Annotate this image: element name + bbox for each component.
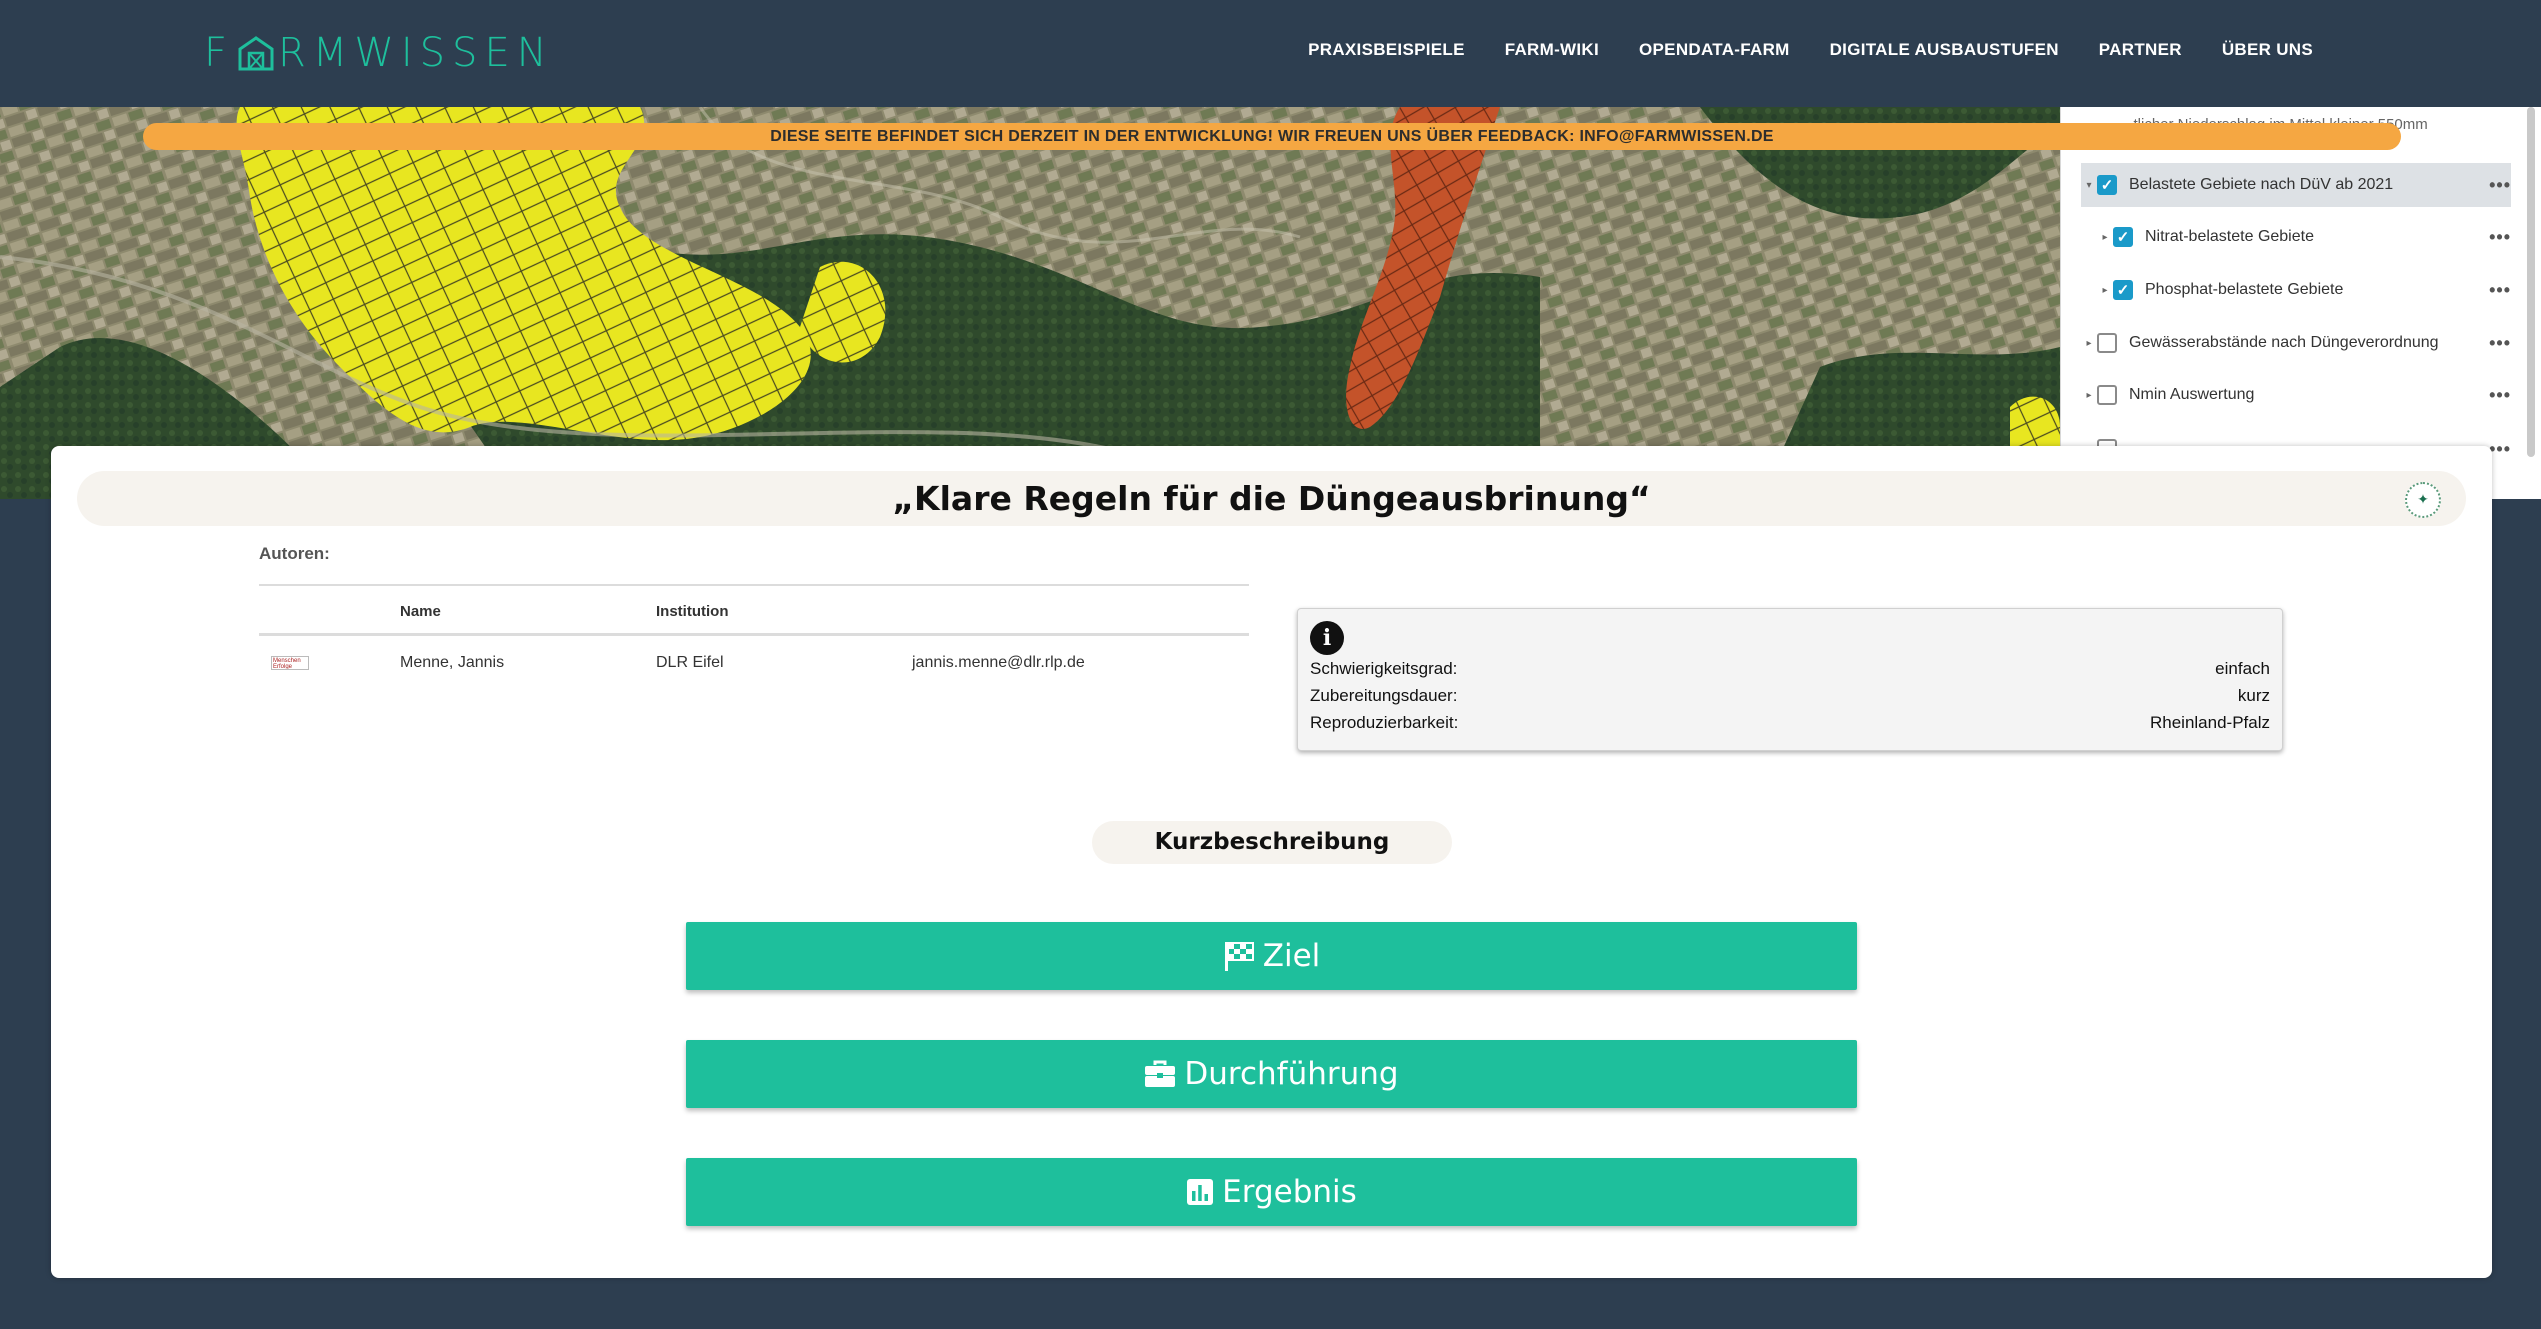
info-value: Rheinland-Pfalz [2149, 713, 2270, 732]
layer-item-gewaesserabstaende[interactable]: ▸ Gewässerabstände nach Düngeverordnung … [2081, 321, 2511, 365]
info-icon: i [1310, 621, 1344, 655]
top-navigation: F RMWISSEN PRAXISBEISPIELE FARM-WIKI OPE… [0, 0, 2541, 107]
layer-item-phosphat[interactable]: ▸ ✓ Phosphat-belastete Gebiete ••• [2081, 268, 2511, 312]
info-value: einfach [2215, 659, 2270, 678]
author-email-link[interactable]: jannis.menne@dlr.rlp.de [912, 654, 1085, 672]
authors-table-header: Name Institution [259, 586, 1249, 636]
content-card: „Klare Regeln für die Düngeausbrinung“ ✦… [51, 446, 2492, 1278]
more-options-icon[interactable]: ••• [2489, 439, 2511, 460]
nav-link-digitale-ausbaustufen[interactable]: DIGITALE AUSBAUSTUFEN [1830, 40, 2059, 60]
checkered-flag-icon [1224, 942, 1254, 971]
nav-link-farm-wiki[interactable]: FARM-WIKI [1505, 40, 1599, 60]
layer-label: Nitrat-belastete Gebiete [2145, 228, 2314, 245]
author-name: Menne, Jannis [400, 654, 505, 671]
page-title: „Klare Regeln für die Düngeausbrinung“ [892, 479, 1651, 518]
development-banner: DIESE SEITE BEFINDET SICH DERZEIT IN DER… [143, 123, 2401, 150]
short-description-heading: Kurzbeschreibung [1092, 821, 1452, 864]
column-header-institution: Institution [656, 603, 729, 620]
ergebnis-button[interactable]: Ergebnis [686, 1158, 1857, 1226]
expand-caret-icon[interactable]: ▸ [2081, 390, 2097, 401]
collapse-caret-icon[interactable]: ▾ [2081, 180, 2097, 191]
more-options-icon[interactable]: ••• [2489, 385, 2511, 406]
layer-checkbox[interactable]: ✓ [2113, 280, 2133, 300]
nav-links: PRAXISBEISPIELE FARM-WIKI OPENDATA-FARM … [1308, 40, 2313, 60]
layer-label: Belastete Gebiete nach DüV ab 2021 [2129, 176, 2394, 193]
layer-panel-scrollbar[interactable] [2527, 107, 2535, 457]
durchfuehrung-button[interactable]: Durchführung [686, 1040, 1857, 1108]
barn-icon [238, 36, 274, 71]
bar-chart-icon [1187, 1179, 1214, 1205]
info-row-zubereitungsdauer: Zubereitungsdauer: kurz [1310, 686, 2270, 712]
info-key: Reproduzierbarkeit: [1310, 713, 1459, 732]
more-options-icon[interactable]: ••• [2489, 175, 2511, 196]
column-header-name: Name [400, 603, 441, 620]
farmwissen-logo[interactable]: F RMWISSEN [204, 30, 554, 76]
layer-label: Phosphat-belastete Gebiete [2145, 281, 2344, 298]
authors-table: Name Institution Menschen Erfolge Menne,… [259, 584, 1249, 696]
map-canvas [0, 107, 2060, 499]
logo-letters: RMWISSEN [278, 30, 554, 76]
layer-label: Gewässerabstände nach Düngeverordnung [2129, 334, 2439, 351]
author-institution: DLR Eifel [656, 654, 724, 671]
table-row: Menschen Erfolge Menne, Jannis DLR Eifel… [259, 636, 1249, 696]
layer-checkbox[interactable]: ✓ [2113, 227, 2133, 247]
ergebnis-label: Ergebnis [1222, 1174, 1357, 1210]
info-value: kurz [2237, 686, 2270, 705]
satellite-map[interactable] [0, 107, 2060, 499]
layer-panel: ...tlicher Niederschlag im Mittel kleine… [2060, 107, 2541, 499]
nav-link-opendata-farm[interactable]: OPENDATA-FARM [1639, 40, 1790, 60]
layer-checkbox[interactable]: ✓ [2097, 175, 2117, 195]
institution-logo: Menschen Erfolge [271, 656, 309, 670]
ziel-label: Ziel [1262, 938, 1321, 974]
expand-caret-icon[interactable]: ▸ [2081, 338, 2097, 349]
expand-caret-icon[interactable]: ▸ [2097, 285, 2113, 296]
durchfuehrung-label: Durchführung [1184, 1056, 1399, 1092]
layer-checkbox[interactable] [2097, 385, 2117, 405]
info-key: Zubereitungsdauer: [1310, 686, 1458, 705]
info-row-schwierigkeitsgrad: Schwierigkeitsgrad: einfach [1310, 659, 2270, 685]
ziel-button[interactable]: Ziel [686, 922, 1857, 990]
layer-item-nmin[interactable]: ▸ Nmin Auswertung ••• [2081, 373, 2511, 417]
expand-caret-icon[interactable]: ▸ [2097, 232, 2113, 243]
nav-link-praxisbeispiele[interactable]: PRAXISBEISPIELE [1308, 40, 1465, 60]
layer-label: Nmin Auswertung [2129, 386, 2255, 403]
layer-item-belastete-gebiete[interactable]: ▾ ✓ Belastete Gebiete nach DüV ab 2021 •… [2081, 163, 2511, 207]
page-title-bar: „Klare Regeln für die Düngeausbrinung“ ✦ [77, 471, 2466, 526]
more-options-icon[interactable]: ••• [2489, 333, 2511, 354]
layer-item-nitrat[interactable]: ▸ ✓ Nitrat-belastete Gebiete ••• [2081, 215, 2511, 259]
info-key: Schwierigkeitsgrad: [1310, 659, 1458, 678]
more-options-icon[interactable]: ••• [2489, 280, 2511, 301]
certification-seal-icon: ✦ [2405, 482, 2441, 518]
briefcase-icon [1145, 1060, 1176, 1087]
authors-label: Autoren: [259, 544, 330, 563]
layer-checkbox[interactable] [2097, 333, 2117, 353]
nav-link-ueber-uns[interactable]: ÜBER UNS [2222, 40, 2313, 60]
logo-letter-f: F [204, 30, 235, 76]
nav-link-partner[interactable]: PARTNER [2099, 40, 2182, 60]
info-row-reproduzierbarkeit: Reproduzierbarkeit: Rheinland-Pfalz [1310, 713, 2270, 739]
info-box: i Schwierigkeitsgrad: einfach Zubereitun… [1297, 608, 2283, 751]
more-options-icon[interactable]: ••• [2489, 227, 2511, 248]
